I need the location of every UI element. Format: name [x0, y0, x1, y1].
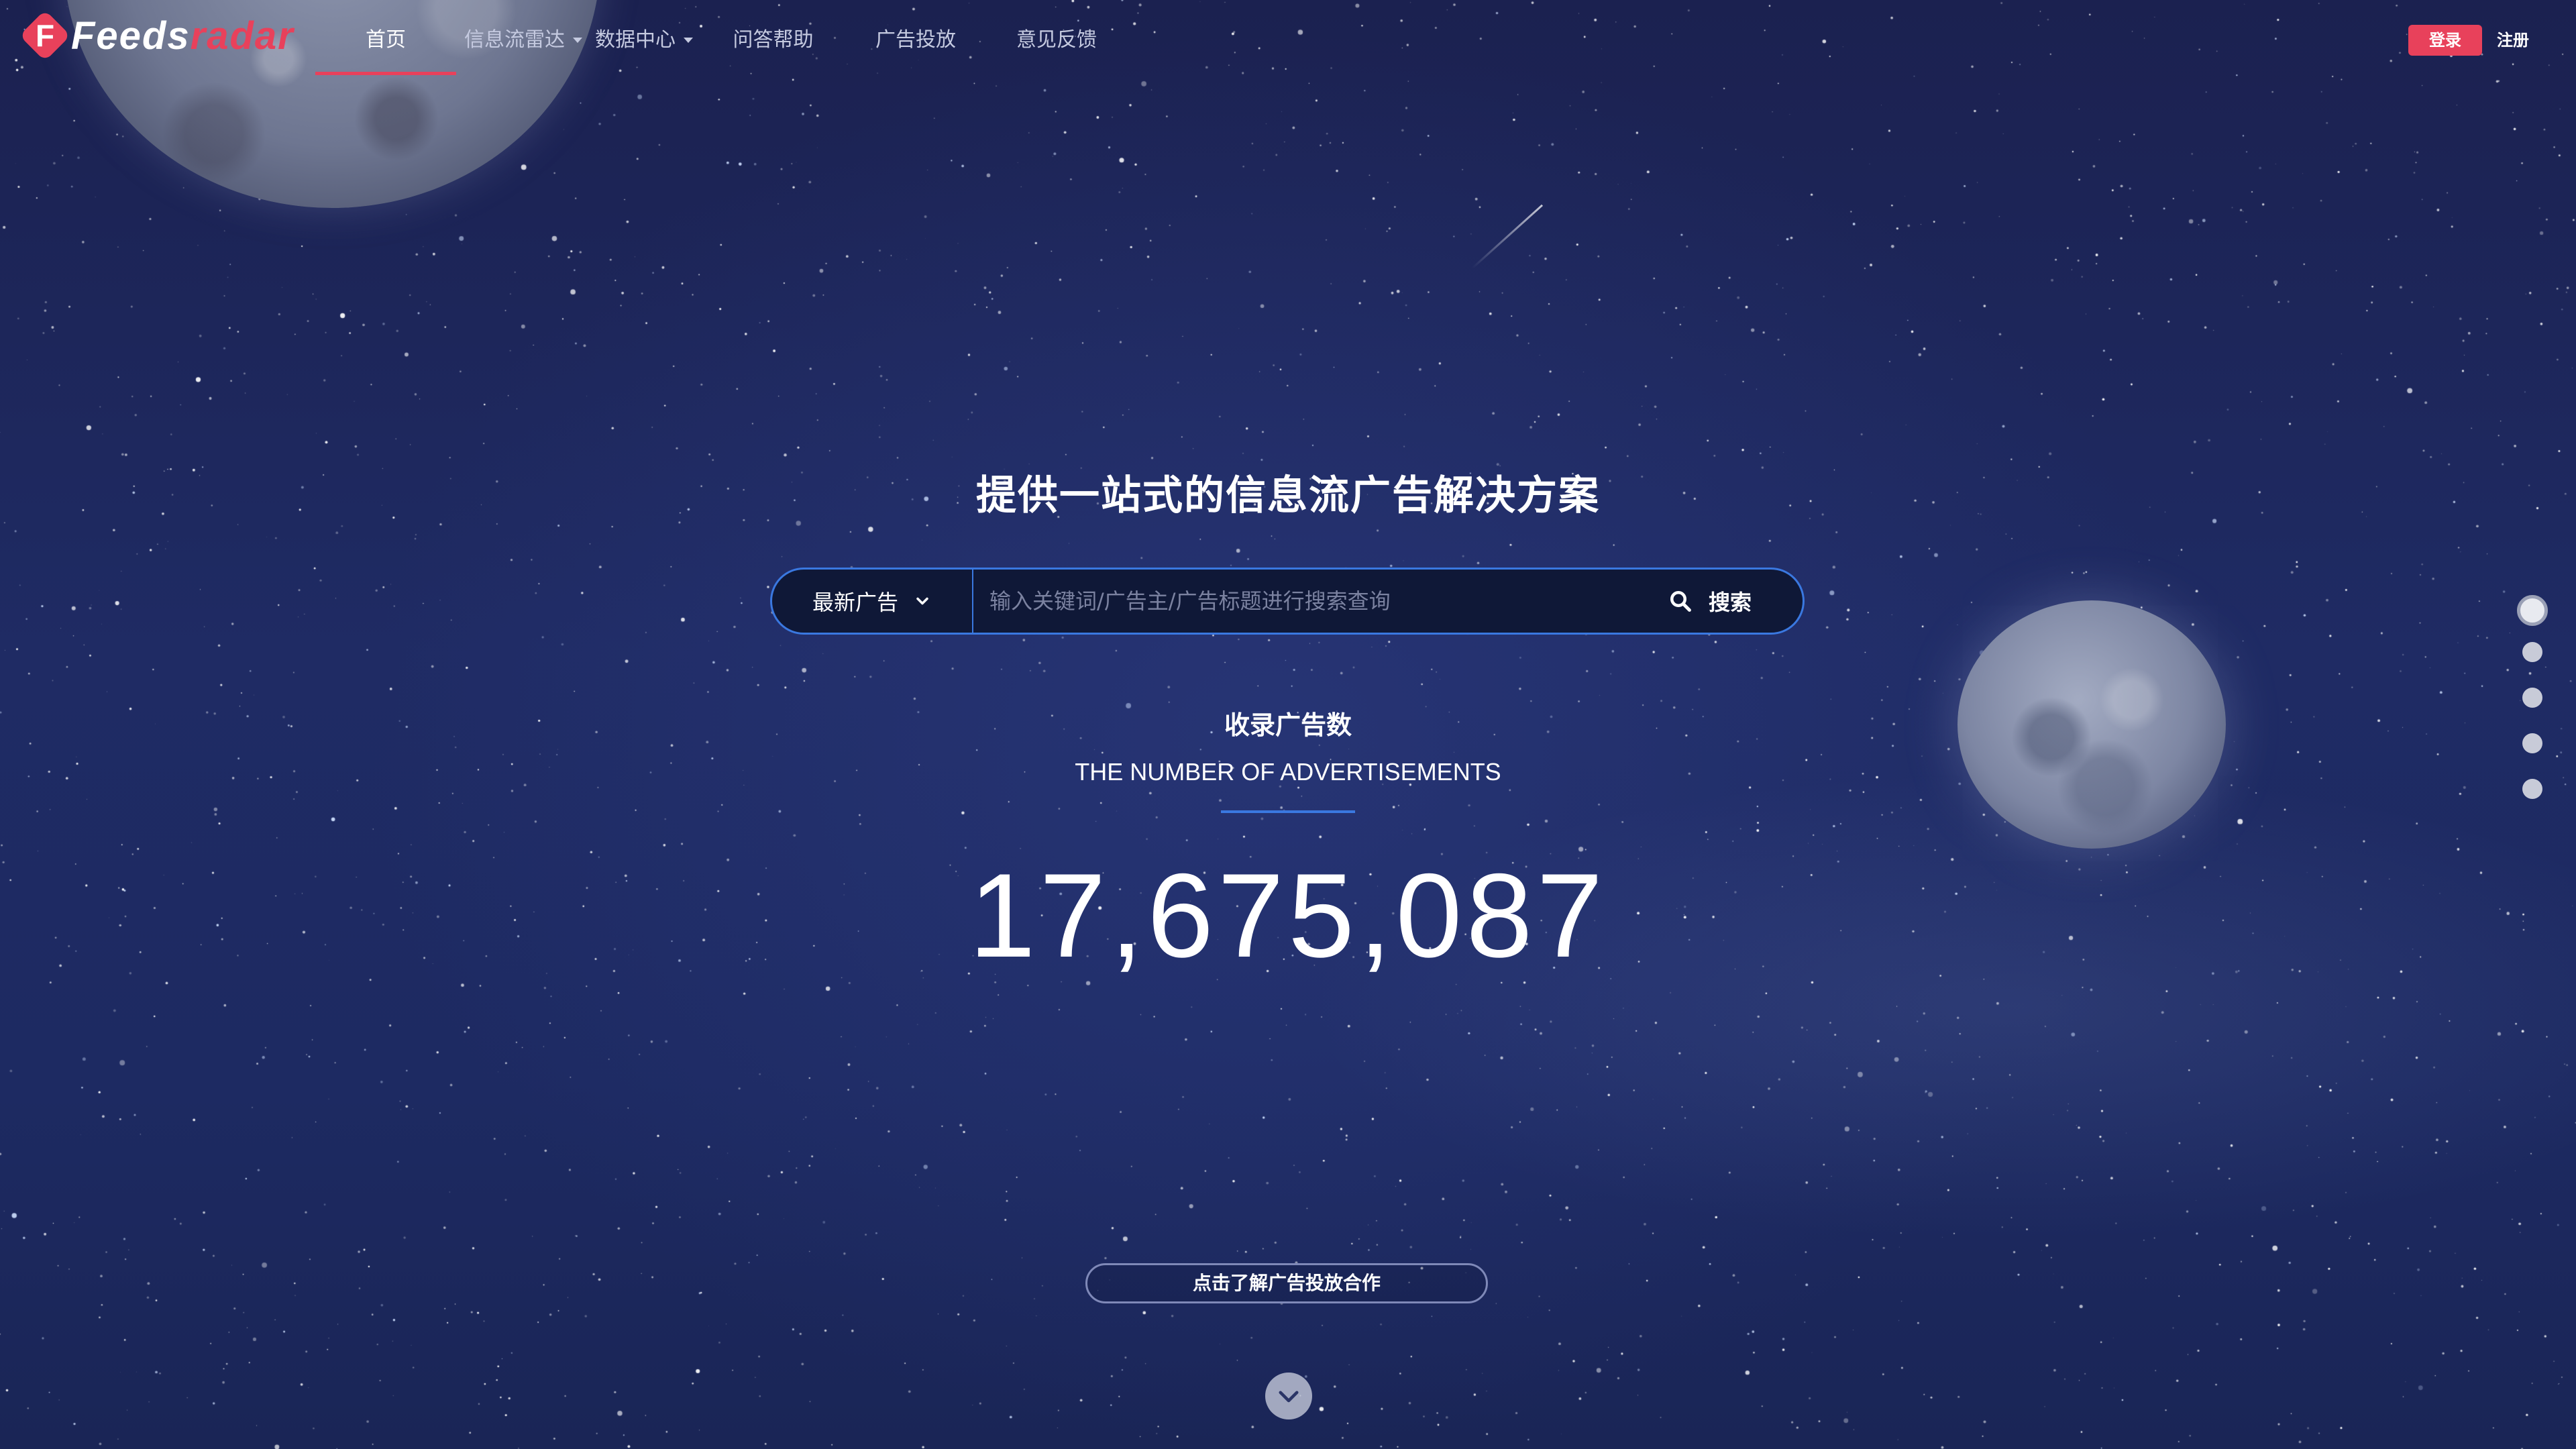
login-button[interactable]: 登录 [2408, 25, 2482, 56]
nav-item-label: 广告投放 [875, 28, 956, 52]
pagination-dot[interactable] [2522, 733, 2542, 753]
nav-item-label: 意见反馈 [1016, 28, 1097, 52]
search-category-label: 最新广告 [812, 590, 898, 615]
nav-item-feedback[interactable]: 意见反馈 [983, 0, 1130, 80]
logo-text: Feedsradar [71, 13, 294, 58]
nav-item-label: 问答帮助 [733, 28, 814, 52]
scroll-down-button[interactable] [1265, 1373, 1312, 1419]
chevron-down-icon [1279, 1391, 1299, 1403]
search-icon [1670, 591, 1691, 612]
caret-down-icon [684, 38, 693, 43]
logo-letter: F [35, 18, 55, 53]
top-navbar: F Feedsradar 首页 信息流雷达 数据中心 问答帮助 广告投放 意见反… [0, 0, 2576, 80]
nav-item-home[interactable]: 首页 [315, 0, 456, 80]
ad-count-title: 收录广告数 [1224, 710, 1352, 740]
nav-item-help[interactable]: 问答帮助 [698, 0, 849, 80]
search-input[interactable] [973, 569, 1668, 633]
pagination-dot[interactable] [2522, 688, 2542, 708]
nav-item-ad-placement[interactable]: 广告投放 [849, 0, 983, 80]
homepage: F Feedsradar 首页 信息流雷达 数据中心 问答帮助 广告投放 意见反… [0, 0, 2576, 1449]
search-button-label: 搜索 [1709, 590, 1752, 615]
nav-item-label: 信息流雷达 [464, 28, 565, 52]
nav-item-label: 首页 [366, 28, 406, 52]
ad-count-subtitle: THE NUMBER OF ADVERTISEMENTS [1075, 758, 1501, 786]
pagination-dot[interactable] [2522, 642, 2542, 662]
ad-count-divider [1221, 810, 1355, 813]
register-button[interactable]: 注册 [2497, 25, 2529, 56]
main-nav: 首页 信息流雷达 数据中心 问答帮助 广告投放 意见反馈 [315, 0, 1130, 80]
ad-count-value: 17,675,087 [969, 849, 1607, 982]
logo-badge-icon: F [19, 9, 71, 62]
ad-cooperation-button[interactable]: 点击了解广告投放合作 [1085, 1263, 1488, 1303]
logo-text-part1: Feeds [71, 13, 191, 58]
hero-headline: 提供一站式的信息流广告解决方案 [976, 472, 1600, 519]
nav-item-label: 数据中心 [595, 28, 676, 52]
logo-text-part2: radar [190, 13, 294, 58]
search-button[interactable]: 搜索 [1668, 570, 1803, 633]
search-category-select[interactable]: 最新广告 [772, 570, 973, 633]
pagination-dot[interactable] [2522, 779, 2542, 799]
chevron-down-icon [916, 597, 928, 605]
nav-item-feeds-radar[interactable]: 信息流雷达 [456, 0, 590, 80]
pagination-dot[interactable] [2517, 595, 2548, 626]
caret-down-icon [573, 38, 582, 43]
search-bar: 最新广告 搜索 [770, 568, 1805, 635]
logo[interactable]: F Feedsradar [19, 9, 294, 62]
nav-item-data-center[interactable]: 数据中心 [590, 0, 698, 80]
